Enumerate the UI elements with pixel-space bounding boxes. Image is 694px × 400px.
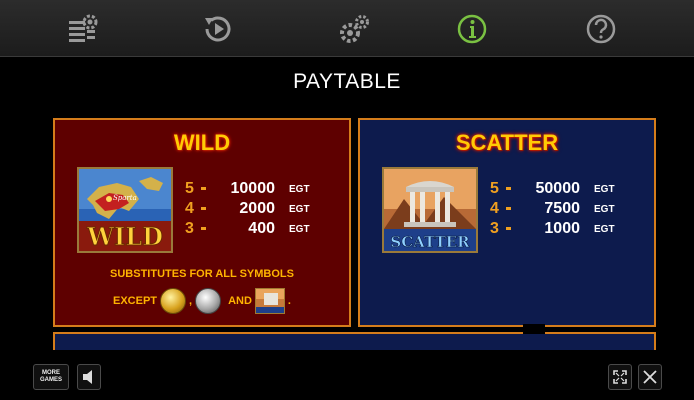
pay-unit: EGT bbox=[289, 224, 310, 235]
panel-notch bbox=[523, 324, 545, 334]
pay-amount: 1000 bbox=[544, 220, 580, 237]
scatter-panel: SCATTER SCATTER 5 50000 EGT 4 7500 EGT 3… bbox=[358, 118, 656, 327]
close-icon bbox=[643, 370, 657, 384]
pay-unit: EGT bbox=[289, 184, 310, 195]
scatter-symbol: SCATTER bbox=[382, 167, 478, 253]
pay-dot bbox=[506, 207, 511, 210]
more-games-button[interactable]: MORE GAMES bbox=[33, 364, 69, 390]
more-games-label-line1: MORE bbox=[42, 370, 60, 376]
pay-dot bbox=[506, 227, 511, 230]
autoplay-icon bbox=[205, 16, 231, 42]
pay-row: 3 1000 EGT bbox=[490, 220, 650, 240]
pay-amount: 2000 bbox=[239, 200, 275, 217]
pay-unit: EGT bbox=[289, 204, 310, 215]
pay-unit: EGT bbox=[594, 204, 615, 215]
fullscreen-icon bbox=[613, 370, 627, 384]
next-panel-partial bbox=[53, 332, 656, 350]
more-games-label-line2: GAMES bbox=[39, 377, 62, 383]
pay-unit: EGT bbox=[594, 184, 615, 195]
paylines-settings-icon bbox=[69, 14, 98, 42]
pay-dot bbox=[201, 227, 206, 230]
pay-amount: 50000 bbox=[535, 180, 581, 197]
page-title: PAYTABLE bbox=[293, 70, 401, 93]
period-separator: . bbox=[287, 295, 291, 307]
scatter-pays: 5 50000 EGT 4 7500 EGT 3 1000 EGT bbox=[490, 180, 650, 240]
scatter-symbol-text: SCATTER bbox=[390, 233, 470, 251]
wild-pays: 5 10000 EGT 4 2000 EGT 3 400 EGT bbox=[185, 180, 345, 240]
pay-row: 3 400 EGT bbox=[185, 220, 345, 240]
pay-count: 4 bbox=[185, 200, 194, 217]
help-button[interactable] bbox=[581, 10, 621, 48]
bottom-bar: MORE GAMES bbox=[0, 350, 694, 400]
wild-symbol: Sparta WILD bbox=[77, 167, 173, 253]
top-toolbar bbox=[0, 0, 694, 57]
comma-separator: , bbox=[189, 295, 193, 307]
pay-row: 4 7500 EGT bbox=[490, 200, 650, 220]
pay-count: 5 bbox=[490, 180, 499, 197]
pay-amount: 400 bbox=[248, 220, 275, 237]
silver-coin-symbol-icon bbox=[195, 288, 222, 314]
pay-count: 3 bbox=[490, 220, 499, 237]
wild-title: WILD bbox=[173, 130, 231, 155]
except-label: EXCEPT bbox=[113, 295, 158, 307]
info-button[interactable] bbox=[452, 10, 492, 48]
pay-row: 5 10000 EGT bbox=[185, 180, 345, 200]
fullscreen-button[interactable] bbox=[608, 364, 632, 390]
gold-coin-symbol-icon bbox=[160, 288, 187, 314]
wild-panel: WILD Sparta WILD 5 10000 EGT 4 2000 EGT … bbox=[53, 118, 351, 327]
pay-unit: EGT bbox=[594, 224, 615, 235]
sound-button[interactable] bbox=[77, 364, 101, 390]
scatter-symbol-mini-icon bbox=[254, 288, 285, 314]
pay-amount: 7500 bbox=[544, 200, 580, 217]
except-row: EXCEPT , AND . bbox=[113, 287, 291, 315]
substitutes-text: SUBSTITUTES FOR ALL SYMBOLS bbox=[110, 268, 294, 280]
close-button[interactable] bbox=[638, 364, 662, 390]
help-icon bbox=[586, 14, 616, 44]
pay-dot bbox=[201, 207, 206, 210]
pay-dot bbox=[506, 187, 511, 190]
settings-button[interactable] bbox=[334, 10, 374, 48]
pay-row: 5 50000 EGT bbox=[490, 180, 650, 200]
info-icon bbox=[457, 14, 487, 44]
pay-amount: 10000 bbox=[230, 180, 276, 197]
pay-row: 4 2000 EGT bbox=[185, 200, 345, 220]
wild-symbol-map-label: Sparta bbox=[113, 194, 137, 202]
autoplay-button[interactable] bbox=[198, 10, 238, 48]
pay-count: 5 bbox=[185, 180, 194, 197]
pay-count: 4 bbox=[490, 200, 499, 217]
and-label: AND bbox=[228, 295, 252, 307]
speaker-icon bbox=[83, 370, 92, 384]
pay-count: 3 bbox=[185, 220, 194, 237]
settings-icon bbox=[340, 15, 369, 43]
wild-symbol-text: WILD bbox=[86, 222, 163, 251]
pay-dot bbox=[201, 187, 206, 190]
scatter-title: SCATTER bbox=[455, 130, 559, 155]
game-logo-partial bbox=[240, 100, 460, 108]
paytable-content[interactable]: WILD Sparta WILD 5 10000 EGT 4 2000 EGT … bbox=[0, 100, 694, 350]
paylines-settings-button[interactable] bbox=[62, 10, 102, 48]
